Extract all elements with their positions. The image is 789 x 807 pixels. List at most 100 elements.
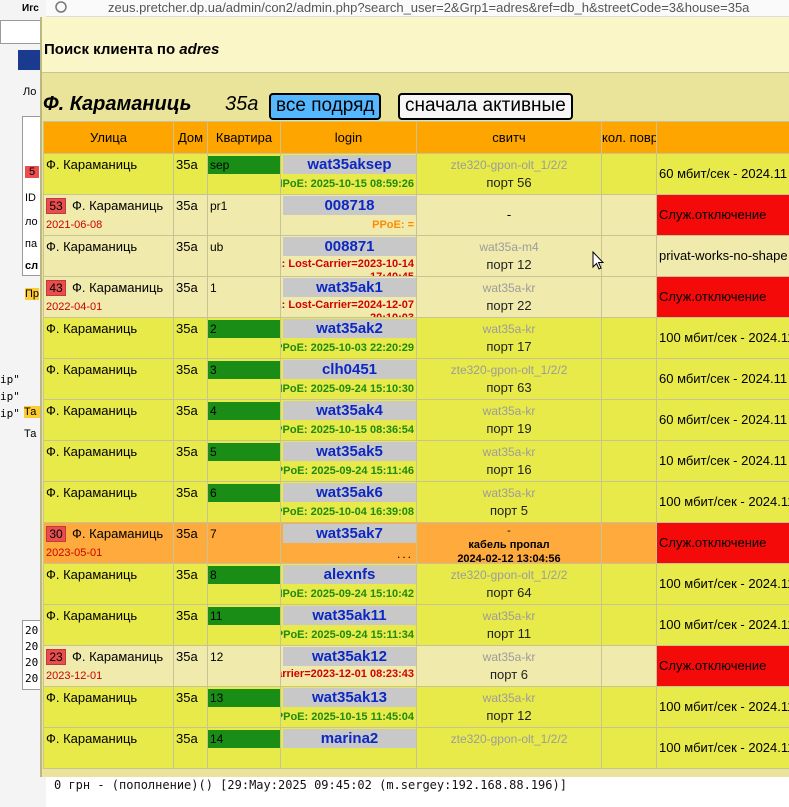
col-switch[interactable]: свитч bbox=[416, 121, 602, 154]
row-switch-port: порт 16 bbox=[486, 462, 532, 477]
row-switch-name[interactable]: wat35a-kr bbox=[418, 486, 601, 500]
popup-title: Поиск клиента по adres bbox=[44, 41, 220, 58]
row-flat: pr1 bbox=[210, 199, 228, 213]
row-tariff: Служ.отключение bbox=[657, 523, 789, 563]
row-tariff: 100 мбит/сек - 2024.11 bbox=[659, 617, 789, 632]
row-switch-name[interactable]: wat35a-kr bbox=[418, 404, 601, 418]
row-login-link[interactable]: marina2 bbox=[283, 729, 416, 748]
background-tab[interactable]: Та bbox=[24, 428, 36, 440]
table-row[interactable]: Ф. Караманиць 35a 14 marina2 zte320-gpon-olt… bbox=[43, 727, 789, 769]
row-damages bbox=[601, 481, 657, 523]
row-tariff: 60 мбит/сек - 2024.11 bbox=[659, 412, 788, 427]
row-switch-name[interactable]: zte320-gpon-olt_1/2/2 bbox=[418, 568, 601, 582]
row-switch-port: порт 12 bbox=[486, 708, 532, 723]
row-tariff: 100 мбит/сек - 2024.11 bbox=[659, 740, 789, 755]
row-flat: 2 bbox=[208, 320, 280, 338]
row-house: 35a bbox=[173, 686, 208, 728]
table-row[interactable]: 30 Ф. Караманиць 2023-05-01 35a 7 wat35ak7...… bbox=[43, 522, 789, 564]
row-login-link[interactable]: 008871 bbox=[283, 237, 416, 256]
site-info-icon[interactable] bbox=[54, 0, 68, 16]
row-switch-name[interactable]: wat35a-kr bbox=[418, 650, 601, 664]
background-year: 20 bbox=[25, 624, 39, 637]
url-text[interactable]: zeus.pretcher.dp.ua/admin/con2/admin.php… bbox=[108, 0, 749, 15]
table-row[interactable]: Ф. Караманиць 35a 11 wat35ak11 PPPoE: 2025-0… bbox=[43, 604, 789, 646]
table-row[interactable]: Ф. Караманиць 35a 13 wat35ak13 PPPoE: 2025-1… bbox=[43, 686, 789, 728]
col-damages[interactable]: кол. повреж. bbox=[601, 121, 657, 154]
row-login-link[interactable]: wat35ak6 bbox=[283, 483, 416, 502]
row-house: 35a bbox=[173, 440, 208, 482]
row-switch-name[interactable]: wat35a-kr bbox=[418, 445, 601, 459]
row-login-link[interactable]: wat35ak2 bbox=[283, 319, 416, 338]
row-damages bbox=[601, 727, 657, 769]
table-row[interactable]: 23 Ф. Караманиць 2023-12-01 35a12 wat35ak12 I… bbox=[43, 645, 789, 687]
table-row[interactable]: 43 Ф. Караманиць 2022-04-01 35a1 wat35ak1 PPP… bbox=[43, 276, 789, 318]
table-row[interactable]: Ф. Караманиць 35a 3 clh0451 IPoE: 2025-09-24… bbox=[43, 358, 789, 400]
row-street: Ф. Караманиць bbox=[46, 690, 138, 705]
row-switch-name[interactable]: wat35a-m4 bbox=[418, 240, 601, 254]
row-house: 35a bbox=[173, 153, 208, 195]
row-login-link[interactable]: wat35ak4 bbox=[283, 401, 416, 420]
row-switch-name[interactable]: wat35a-kr bbox=[418, 322, 601, 336]
row-damages bbox=[601, 399, 657, 441]
row-login-link[interactable]: wat35aksep bbox=[283, 155, 416, 174]
show-all-button[interactable]: все подряд bbox=[269, 93, 382, 120]
table-row[interactable]: Ф. Караманиць 35a 4 wat35ak4 PPPoE: 2025-10-… bbox=[43, 399, 789, 441]
row-login-link[interactable]: wat35ak7 bbox=[283, 524, 416, 543]
table-row[interactable]: Ф. Караманиць 35aub 008871 PPPoE: Lost-Carr… bbox=[43, 235, 789, 277]
row-house: 35a bbox=[173, 194, 208, 236]
row-flat: 13 bbox=[208, 689, 280, 707]
col-login[interactable]: login bbox=[280, 121, 417, 154]
row-switch-name[interactable]: zte320-gpon-olt_1/2/2 bbox=[418, 363, 601, 377]
damage-count-badge: 30 bbox=[46, 526, 66, 542]
row-switch-none: - bbox=[506, 207, 512, 222]
table-row[interactable]: 53 Ф. Караманиць 2021-06-08 35a pr1 008718 PPo… bbox=[43, 194, 789, 236]
table-row[interactable]: Ф. Караманиць 35a 5 wat35ak5 PPPoE: 2025-09-… bbox=[43, 440, 789, 482]
row-switch-name[interactable]: wat35a-kr bbox=[418, 691, 601, 705]
mouse-cursor-icon bbox=[592, 251, 604, 270]
row-switch-name[interactable]: wat35a-kr bbox=[418, 281, 601, 295]
row-flat: 5 bbox=[208, 443, 280, 461]
table-header-row: Улица Дом Квартира login свитч кол. повр… bbox=[43, 121, 789, 154]
table-row[interactable]: Ф. Караманиць 35a sep wat35aksep IPoE: 2025-… bbox=[43, 153, 789, 195]
active-first-button[interactable]: сначала активные bbox=[398, 93, 573, 120]
row-switch-port: порт 12 bbox=[486, 257, 532, 272]
row-switch-port: порт 22 bbox=[486, 298, 532, 313]
row-street: Ф. Караманиць bbox=[46, 444, 138, 459]
row-tariff: Служ.отключение bbox=[657, 195, 789, 235]
col-street[interactable]: Улица bbox=[43, 121, 174, 154]
row-switch-name[interactable]: zte320-gpon-olt_1/2/2 bbox=[418, 732, 601, 746]
table-row[interactable]: Ф. Караманиць 35a 2 wat35ak2 PPPoE: 2025-10-… bbox=[43, 317, 789, 359]
row-switch-name[interactable]: zte320-gpon-olt_1/2/2 bbox=[418, 158, 601, 172]
row-login-link[interactable]: alexnfs bbox=[283, 565, 416, 584]
address-bar[interactable]: zeus.pretcher.dp.ua/admin/con2/admin.php… bbox=[46, 0, 789, 17]
row-session-status: IPoE: Lost-Carrier=2023-12-01 08:23:43 bbox=[282, 668, 415, 680]
col-house[interactable]: Дом bbox=[173, 121, 208, 154]
row-session-status: PPPoE: Lost-Carrier=2024-12-0720:10:03 bbox=[281, 299, 415, 317]
background-ip-line: ip" bbox=[0, 390, 20, 403]
table-row[interactable]: Ф. Караманиць 35a 8 alexnfs IPoE: 2025-09-24… bbox=[43, 563, 789, 605]
row-flat: 12 bbox=[210, 650, 224, 664]
table-row[interactable]: Ф. Караманиць 35a 6 wat35ak6 PPPoE: 2025-10-… bbox=[43, 481, 789, 523]
col-flat[interactable]: Квартира bbox=[207, 121, 281, 154]
row-login-link[interactable]: wat35ak12 bbox=[283, 647, 416, 666]
row-login-link[interactable]: wat35ak13 bbox=[283, 688, 416, 707]
row-street: Ф. Караманиць bbox=[46, 567, 138, 582]
row-house: 35a bbox=[173, 235, 208, 277]
row-damages bbox=[601, 235, 657, 277]
row-tariff: 100 мбит/сек - 2024.11 bbox=[659, 576, 789, 591]
background-ip-line: ip" bbox=[0, 373, 20, 386]
row-switch-port: порт 5 bbox=[489, 503, 528, 518]
row-disconnect-date: 2023-12-01 bbox=[46, 670, 103, 682]
row-house: 35a bbox=[173, 563, 208, 605]
row-login-link[interactable]: wat35ak11 bbox=[283, 606, 416, 625]
row-session-status: PPoE: = bbox=[372, 219, 414, 231]
row-more-dots[interactable]: ... bbox=[397, 547, 413, 561]
row-login-link[interactable]: clh0451 bbox=[283, 360, 416, 379]
row-login-link[interactable]: 008718 bbox=[283, 196, 416, 215]
row-damages bbox=[601, 440, 657, 482]
row-login-link[interactable]: wat35ak5 bbox=[283, 442, 416, 461]
row-login-link[interactable]: wat35ak1 bbox=[283, 278, 416, 297]
row-damages bbox=[601, 194, 657, 236]
row-switch-name[interactable]: wat35a-kr bbox=[418, 609, 601, 623]
row-switch-port: порт 63 bbox=[486, 380, 532, 395]
